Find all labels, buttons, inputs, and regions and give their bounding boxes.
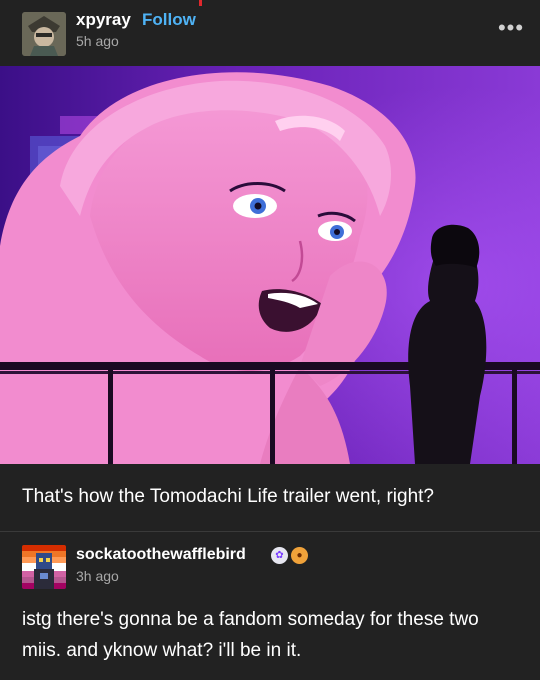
- post-timestamp: 5h ago: [76, 33, 119, 49]
- post-artwork-image[interactable]: [0, 66, 540, 464]
- reblog-username[interactable]: sockatoothewafflebird: [76, 546, 246, 564]
- flower-badge-icon: ✿: [271, 547, 288, 564]
- avatar[interactable]: [22, 12, 66, 56]
- reblog-timestamp: 3h ago: [76, 568, 119, 584]
- follow-button[interactable]: Follow: [142, 10, 196, 30]
- post-header: xpyray Follow 5h ago •••: [0, 0, 540, 64]
- more-options-icon[interactable]: •••: [496, 17, 526, 42]
- reblog-avatar[interactable]: [22, 545, 66, 589]
- post-caption: That's how the Tomodachi Life trailer we…: [22, 486, 434, 507]
- post-username[interactable]: xpyray: [76, 10, 131, 30]
- notification-marker: [199, 0, 202, 6]
- paw-badge-icon: ●: [291, 547, 308, 564]
- reblog-divider: [0, 531, 540, 532]
- reblog-text: istg there's gonna be a fandom someday f…: [22, 609, 479, 661]
